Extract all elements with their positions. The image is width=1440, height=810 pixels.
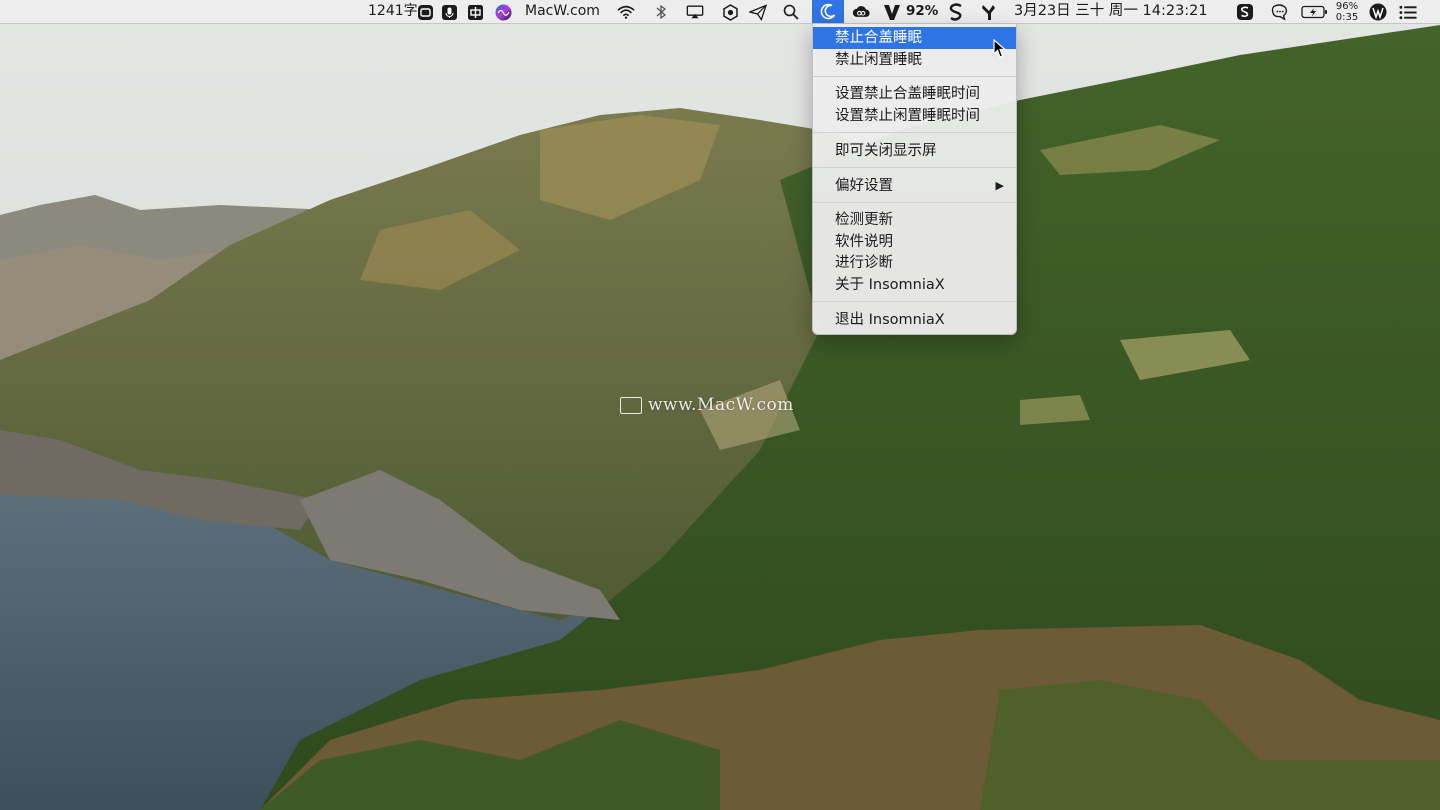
menu-bar: 1241字 MacW.com 92% 3月23日 三十 周一 14:23:21 …: [0, 0, 1440, 24]
menu-item-about[interactable]: 关于 InsomniaX: [813, 274, 1016, 296]
menu-item-check-updates[interactable]: 检测更新: [813, 209, 1016, 231]
microphone-icon[interactable]: [440, 3, 458, 21]
hex-app-icon[interactable]: [721, 3, 739, 21]
menu-separator: [813, 132, 1016, 133]
menu-item-diagnostics[interactable]: 进行诊断: [813, 252, 1016, 274]
vectorize-icon[interactable]: [883, 3, 901, 21]
word-count[interactable]: 1241字: [368, 0, 418, 23]
bluetooth-icon[interactable]: [652, 3, 670, 21]
scanner-icon[interactable]: [416, 3, 434, 21]
insomniax-icon[interactable]: [819, 3, 837, 21]
tool-icon[interactable]: [980, 3, 998, 21]
watermark: www.MacW.com: [620, 394, 794, 416]
menu-separator: [813, 202, 1016, 203]
siri-icon[interactable]: [494, 3, 512, 21]
scrivener-icon[interactable]: [947, 3, 965, 21]
battery-charging-icon[interactable]: [1300, 3, 1328, 21]
battery-small-time: 0:35: [1335, 12, 1359, 23]
monitor-icon: [620, 396, 642, 414]
menu-item-disable-lid-sleep[interactable]: 禁止合盖睡眠: [813, 27, 1016, 49]
menu-item-set-lid-sleep-time[interactable]: 设置禁止合盖睡眠时间: [813, 83, 1016, 105]
menu-separator: [813, 301, 1016, 302]
battery-status-text[interactable]: 96% 0:35: [1330, 1, 1364, 23]
menu-item-set-idle-sleep-time[interactable]: 设置禁止闲置睡眠时间: [813, 105, 1016, 127]
menu-item-quit[interactable]: 退出 InsomniaX: [813, 309, 1016, 331]
airplay-icon[interactable]: [686, 3, 704, 21]
creative-cloud-icon[interactable]: [852, 3, 870, 21]
date-time-clock[interactable]: 3月23日 三十 周一 14:23:21: [1014, 0, 1208, 23]
list-icon[interactable]: [1399, 3, 1417, 21]
battery-small-percent: 96%: [1335, 1, 1359, 12]
input-method-icon[interactable]: [466, 3, 484, 21]
menu-separator: [813, 167, 1016, 168]
wifi-icon[interactable]: [617, 3, 635, 21]
mouse-pointer-icon: [993, 38, 1007, 63]
chat-icon[interactable]: [1271, 3, 1289, 21]
paper-plane-icon[interactable]: [749, 3, 767, 21]
watermark-text: www.MacW.com: [648, 395, 794, 415]
menu-separator: [813, 76, 1016, 77]
menu-item-disable-idle-sleep[interactable]: 禁止闲置睡眠: [813, 49, 1016, 71]
insomniax-dropdown-menu: 禁止合盖睡眠 禁止闲置睡眠 设置禁止合盖睡眠时间 设置禁止闲置睡眠时间 即可关闭…: [812, 24, 1017, 335]
wordpress-icon[interactable]: [1369, 3, 1387, 21]
search-icon[interactable]: [782, 3, 800, 21]
site-label[interactable]: MacW.com: [525, 0, 600, 23]
menu-item-preferences[interactable]: 偏好设置 ▶: [813, 175, 1016, 197]
submenu-arrow-icon: ▶: [995, 179, 1004, 192]
preferences-label: 偏好设置: [835, 178, 893, 194]
menu-item-turn-off-display[interactable]: 即可关闭显示屏: [813, 140, 1016, 162]
menu-item-software-help[interactable]: 软件说明: [813, 231, 1016, 253]
sketch-app-icon[interactable]: [1236, 3, 1254, 21]
battery-percent[interactable]: 92%: [906, 0, 938, 23]
